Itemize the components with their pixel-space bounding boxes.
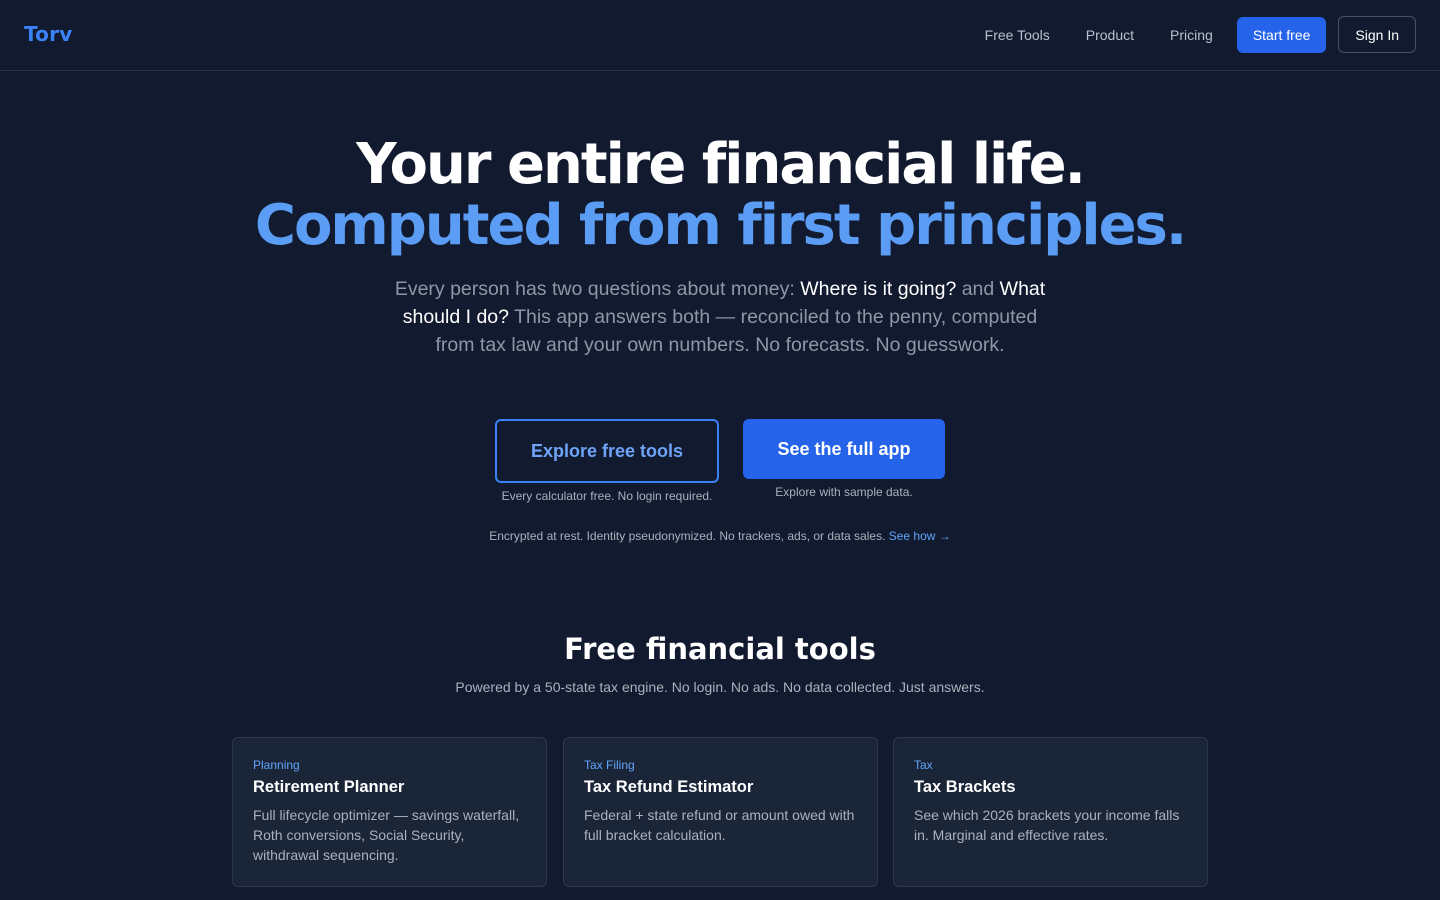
explore-free-tools-button[interactable]: Explore free tools — [495, 419, 719, 483]
tool-card-title: Tax Brackets — [914, 778, 1016, 796]
tool-card-description: See which 2026 brackets your income fall… — [914, 807, 1180, 843]
hero-subtitle-text-2: and — [956, 278, 1000, 300]
tool-card-tax-brackets[interactable]: Tax Tax Brackets See which 2026 brackets… — [893, 737, 1208, 887]
tool-card-tax-refund-estimator[interactable]: Tax Filing Tax Refund Estimator Federal … — [563, 737, 878, 887]
hero-subtitle-text-1: Every person has two questions about mon… — [394, 278, 801, 300]
nav-product-link[interactable]: Product — [1086, 27, 1134, 43]
see-full-app-note: Explore with sample data. — [775, 485, 913, 499]
hero-title-line-1: Your entire financial life. — [356, 132, 1086, 197]
nav-free-tools-link[interactable]: Free Tools — [985, 27, 1050, 43]
privacy-text: Encrypted at rest. Identity pseudonymize… — [489, 529, 889, 543]
see-full-app-button[interactable]: See the full app — [743, 419, 945, 479]
hero-question-1: Where is it going? — [800, 278, 957, 300]
brand-logo[interactable]: Torv — [24, 22, 72, 46]
explore-free-tools-note: Every calculator free. No login required… — [501, 489, 713, 503]
start-free-button[interactable]: Start free — [1236, 16, 1327, 53]
main-nav: Free Tools Product Pricing Start free Si… — [985, 16, 1416, 53]
tool-card-title: Retirement Planner — [253, 778, 405, 796]
tool-card-title: Tax Refund Estimator — [584, 778, 754, 796]
tool-card-description: Federal + state refund or amount owed wi… — [584, 807, 855, 843]
sign-in-button[interactable]: Sign In — [1338, 16, 1416, 53]
hero-title-line-2: Computed from first principles. — [254, 193, 1187, 258]
tool-card-category: Planning — [253, 758, 300, 772]
free-tools-subheading: Powered by a 50-state tax engine. No log… — [455, 679, 985, 695]
tool-card-category: Tax Filing — [584, 758, 635, 772]
tool-card-category: Tax — [914, 758, 933, 772]
top-navigation-bar: Torv Free Tools Product Pricing Start fr… — [0, 0, 1440, 71]
hero-subtitle: Every person has two questions about mon… — [390, 275, 1050, 359]
tool-card-retirement-planner[interactable]: Planning Retirement Planner Full lifecyc… — [232, 737, 547, 887]
hero-subtitle-text-3: This app answers both — reconciled to th… — [435, 306, 1038, 356]
tool-card-description: Full lifecycle optimizer — savings water… — [253, 807, 520, 863]
privacy-statement: Encrypted at rest. Identity pseudonymize… — [0, 529, 1440, 543]
free-tools-heading: Free financial tools — [564, 632, 876, 666]
nav-pricing-link[interactable]: Pricing — [1170, 27, 1213, 43]
see-how-link[interactable]: See how → — [889, 529, 951, 543]
